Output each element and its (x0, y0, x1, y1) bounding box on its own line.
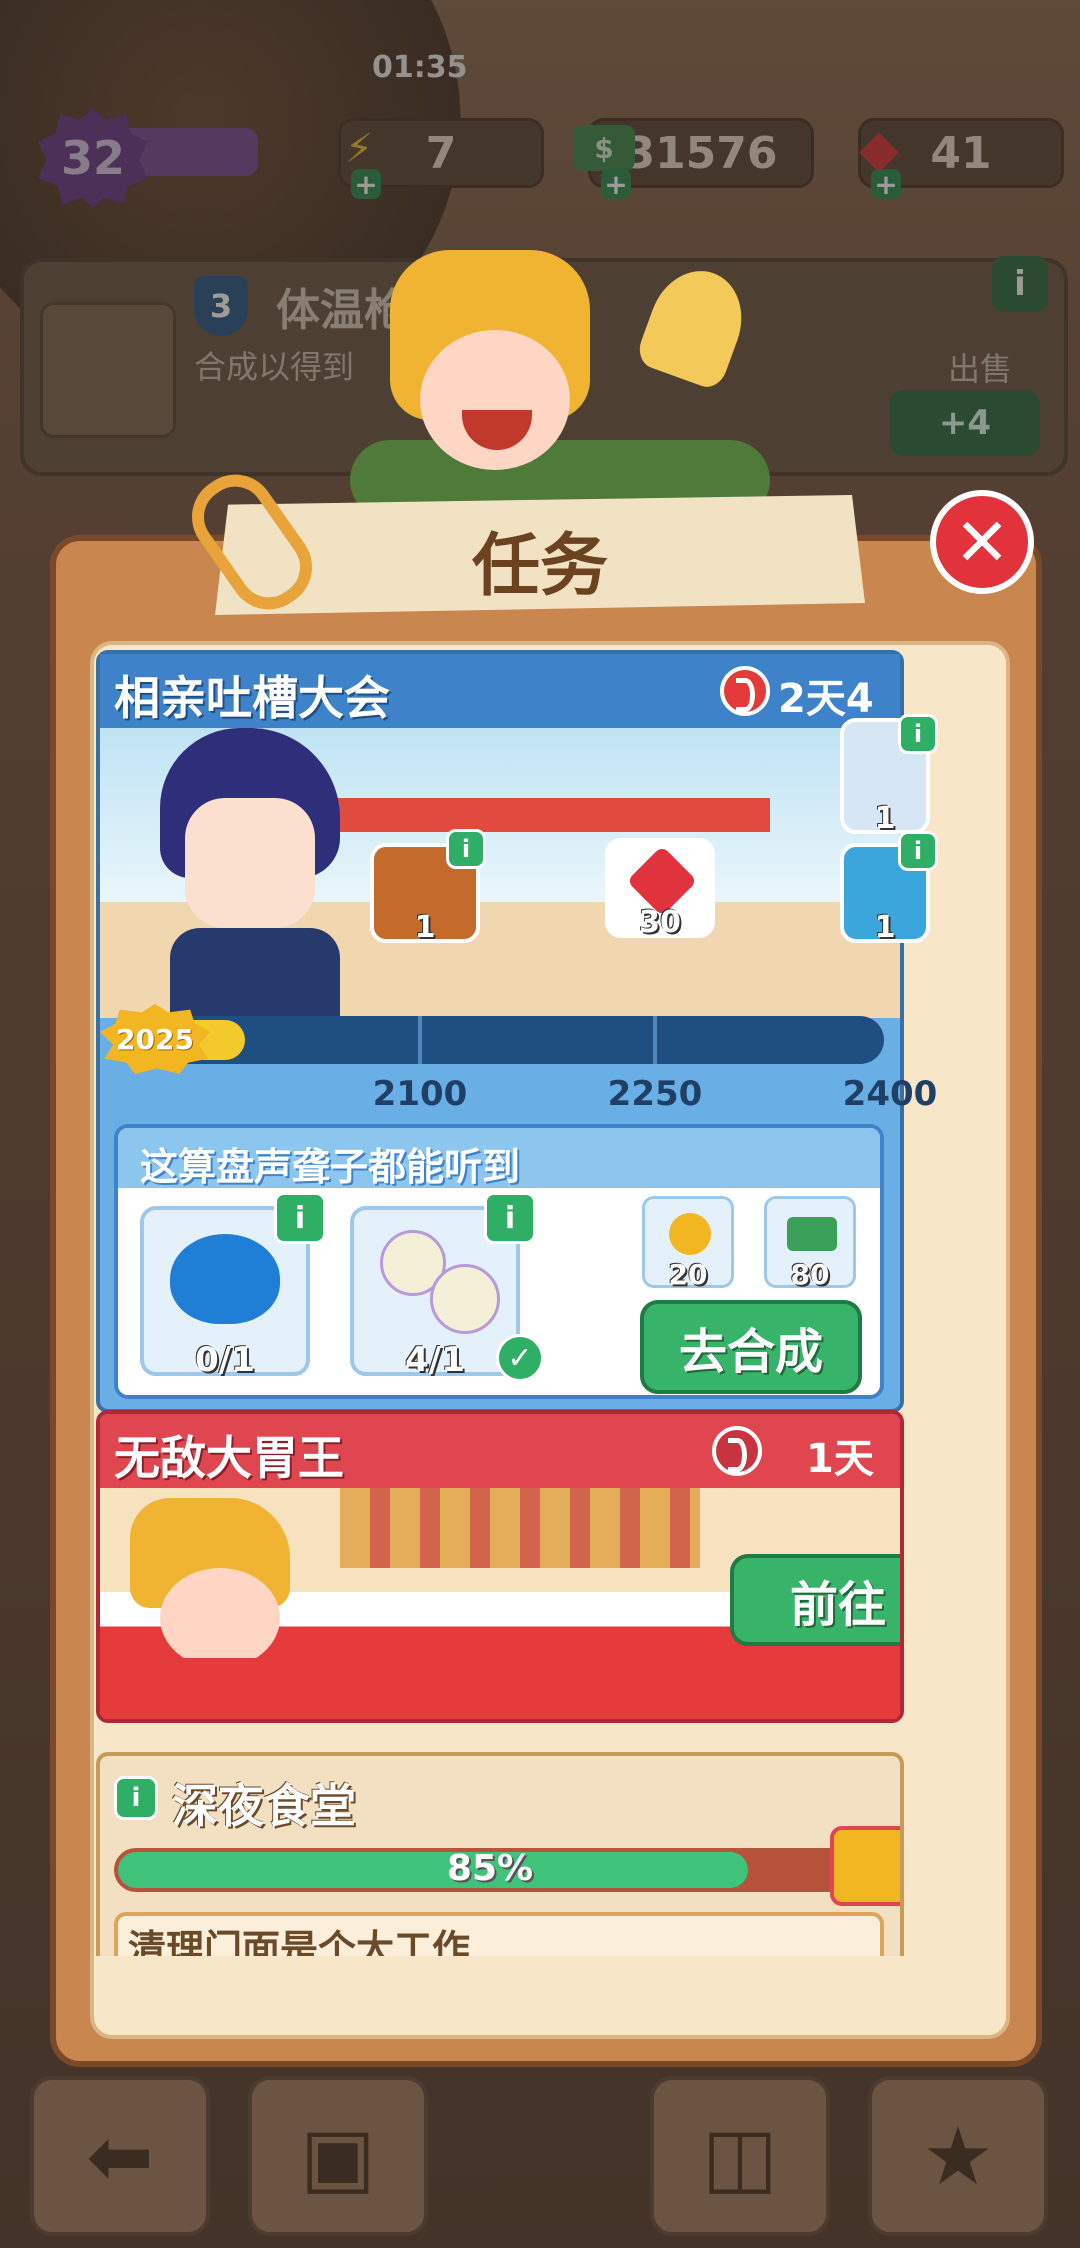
back-arrow-icon[interactable]: ⬅ (30, 2076, 210, 2236)
clock-icon (720, 666, 770, 716)
requirement-ice-cream[interactable]: 4/1 i ✓ (350, 1192, 544, 1382)
milestone-label: 2400 (842, 1074, 938, 1114)
go-merge-button[interactable]: 去合成 (640, 1300, 862, 1394)
requirement-mask[interactable]: 0/1 i (140, 1192, 326, 1380)
blue-mask-icon (170, 1234, 280, 1324)
requirement-count: 0/1 (195, 1340, 255, 1380)
info-icon[interactable]: i (446, 829, 486, 869)
milestone-divider (418, 1016, 422, 1064)
task-card-2: 无敌大胃王 1天4时 前往 (96, 1410, 904, 1723)
task-board-icon[interactable]: ★ (868, 2076, 1048, 2236)
flower-badge-icon (669, 1213, 711, 1255)
small-reward-cash[interactable]: 80 (764, 1196, 856, 1291)
task-card-1: 相亲吐槽大会 2天4时 1 i 30 1 i 1 i 2025 2100 (96, 650, 938, 1413)
task-character (110, 1498, 330, 1719)
reward-count: 1 (414, 910, 436, 945)
task-title: 深夜食堂 (172, 1779, 356, 1833)
task-scene: 前往 (100, 1488, 900, 1719)
reward-count: 1 (874, 910, 896, 945)
backpack-icon[interactable]: ▣ (248, 2076, 428, 2236)
cash-icon (787, 1217, 837, 1251)
subtask-header: 这算盘声聋子都能听到 (118, 1128, 880, 1189)
small-reward-flower[interactable]: 20 (642, 1196, 734, 1291)
reward-treasure-chest[interactable]: 1 i (370, 829, 486, 945)
task-title: 无敌大胃王 (114, 1431, 344, 1485)
milestone-divider (653, 1016, 657, 1064)
clock-icon (712, 1426, 762, 1476)
task-card-header: 无敌大胃王 1天4时 (100, 1414, 900, 1540)
check-icon: ✓ (496, 1334, 544, 1382)
task-character (130, 728, 360, 1038)
gift-box-icon[interactable] (830, 1826, 900, 1906)
subtask-title: 清理门面是个大工作 (128, 1927, 471, 1956)
info-icon[interactable]: i (114, 1776, 158, 1820)
reward-character-card[interactable]: 1 i (840, 714, 938, 836)
subtask-panel: 这算盘声聋子都能听到 0/1 i 4/1 i ✓ 20 80 去合成 (114, 1124, 884, 1399)
current-score: 2025 (116, 1022, 194, 1056)
milestone-label: 2100 (372, 1074, 468, 1114)
task-scene: 1 i 30 1 i 1 i (100, 714, 938, 1038)
character-body (150, 1658, 300, 1719)
task-card-3: i 深夜食堂 85% 清理门面是个大工作 (96, 1752, 904, 1956)
ice-cream-scoop (430, 1264, 500, 1334)
info-icon[interactable]: i (484, 1192, 536, 1244)
task-progress-bar (114, 1016, 884, 1064)
character-face (160, 1568, 280, 1668)
close-icon[interactable]: ✕ (930, 490, 1034, 594)
bottom-nav: ⬅ ▣ ◫ ★ (0, 2058, 1080, 2248)
reward-ruby[interactable]: 30 (605, 838, 715, 940)
reward-blue-chest[interactable]: 1 i (840, 831, 938, 945)
modal-title: 任务 (471, 527, 608, 606)
basket-icon[interactable]: ◫ (650, 2076, 830, 2236)
info-icon[interactable]: i (274, 1192, 326, 1244)
broom-icon (633, 257, 757, 393)
task-title: 相亲吐槽大会 (114, 671, 390, 725)
small-reward-count: 20 (668, 1258, 708, 1291)
mascot-character (350, 250, 770, 520)
info-icon[interactable]: i (898, 714, 938, 754)
task-card-header: 相亲吐槽大会 2天4时 (100, 654, 900, 780)
go-button[interactable]: 前往 (730, 1554, 900, 1646)
small-reward-count: 80 (790, 1258, 830, 1291)
info-icon[interactable]: i (898, 831, 938, 871)
reward-count: 30 (639, 905, 681, 940)
character-face (185, 798, 315, 928)
requirement-count: 4/1 (405, 1340, 465, 1380)
food-shelf (340, 1488, 700, 1568)
subtask-title: 这算盘声聋子都能听到 (140, 1145, 521, 1189)
milestone-label: 2250 (607, 1074, 703, 1114)
progress-percent: 85% (446, 1848, 534, 1889)
